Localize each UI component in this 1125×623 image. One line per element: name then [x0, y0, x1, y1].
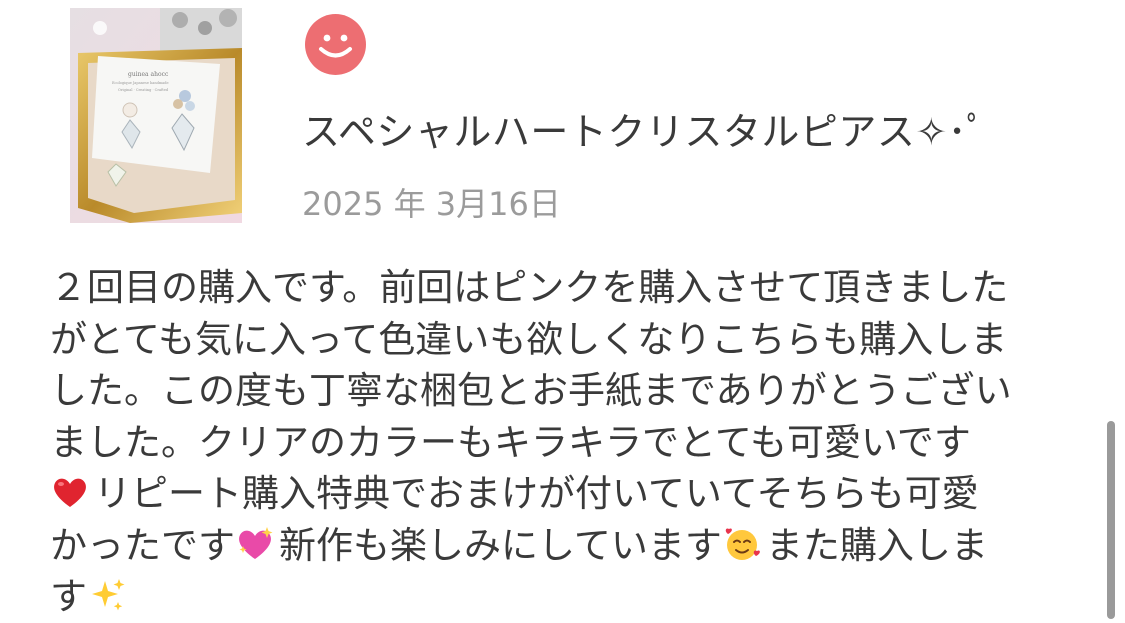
review-line: す: [50, 571, 1080, 623]
review-line-text: 新作も楽しみにしています: [279, 523, 722, 567]
smiley-face-icon: [319, 34, 352, 58]
review-line: リピート購入特典でおまけが付いていてそちらも可愛: [50, 468, 1080, 520]
card-line1-text: Ecologique Japanese handmade: [112, 81, 169, 85]
review-text: ２回目の購入です。前回はピンクを購入させて頂きました がとても気に入って色違いも…: [50, 262, 1080, 623]
review-line: ました。クリアのカラーもキラキラでとても可愛いです: [50, 420, 971, 464]
product-title[interactable]: スペシャルハートクリスタルピアス✧･ﾟ: [302, 104, 986, 160]
product-thumbnail[interactable]: guinea ahocc Ecologique Japanese handmad…: [70, 8, 242, 223]
review-line-text: す: [50, 575, 87, 618]
sparkles-emoji: [92, 579, 125, 611]
review-line: ２回目の購入です。前回はピンクを購入させて頂きました: [50, 266, 1009, 309]
review-line-text: リピート購入特典でおまけが付いていてそちらも可愛: [94, 472, 979, 515]
review-line: がとても気に入って色違いも欲しくなりこちらも購入しま: [50, 317, 1008, 361]
vertical-scrollbar[interactable]: [1107, 421, 1115, 619]
card-brand-text: guinea ahocc: [128, 71, 169, 78]
reviewer-avatar[interactable]: [305, 14, 366, 75]
review-line-text: また購入しま: [765, 523, 988, 567]
smiling-face-with-hearts-emoji: [725, 527, 760, 560]
review-date: 2025 年 3月16日: [302, 185, 561, 223]
earring-product-photo: guinea ahocc Ecologique Japanese handmad…: [70, 8, 242, 223]
review-line-text: かったです: [50, 523, 235, 567]
review-line: かったです 新作も楽しみにしています また購入しま: [50, 520, 1080, 572]
review-line: した。この度も丁寧な梱包とお手紙までありがとうござい: [50, 369, 1012, 412]
card-line2-text: Original · Creating · Crafted: [118, 88, 169, 92]
red-heart-emoji: [54, 478, 86, 507]
sparkling-heart-emoji: [239, 526, 273, 559]
